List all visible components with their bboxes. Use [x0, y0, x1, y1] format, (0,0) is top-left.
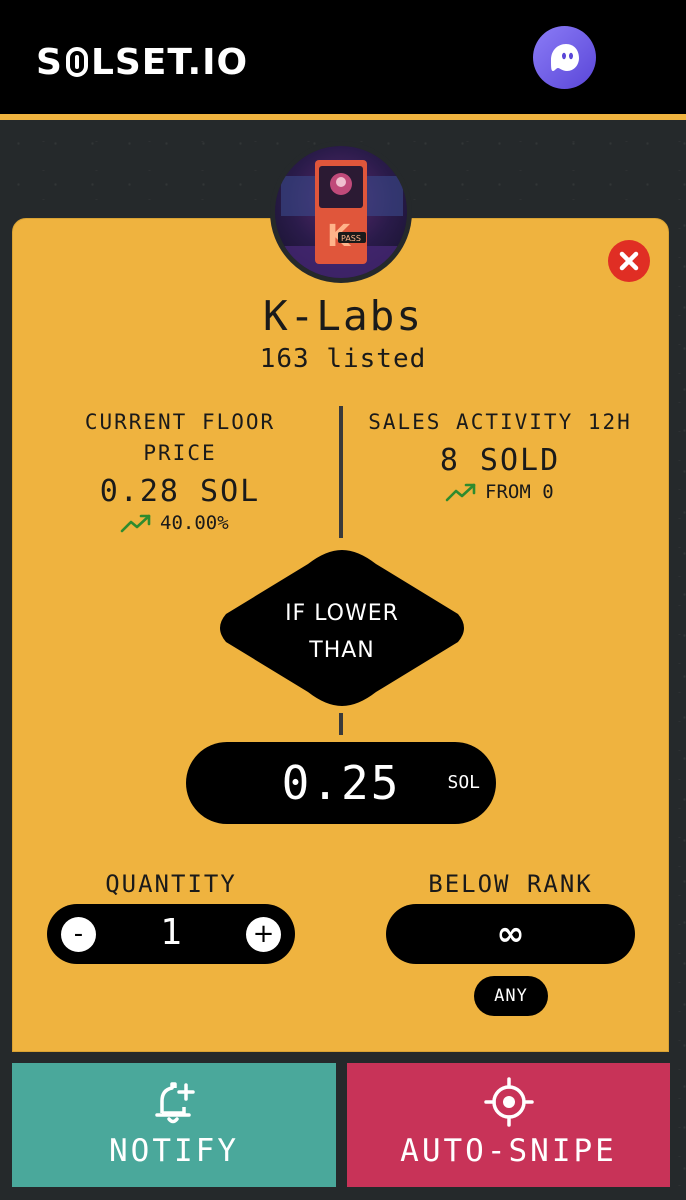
floor-price-value: 0.28 SOL — [99, 474, 261, 509]
any-rank-button[interactable]: ANY — [474, 976, 548, 1016]
solset-logo[interactable]: S LSET.IO — [36, 38, 248, 86]
condition-connector — [339, 713, 343, 735]
collection-name: K-Labs — [262, 292, 424, 340]
sales-activity-change: FROM 0 — [445, 481, 554, 503]
stats-divider — [339, 406, 343, 538]
price-input[interactable]: 0.25 SOL — [186, 742, 496, 824]
trending-up-icon — [120, 514, 151, 533]
notify-button[interactable]: NOTIFY — [12, 1063, 336, 1187]
notify-label: NOTIFY — [109, 1133, 239, 1169]
sales-activity-label: SALES ACTIVITY 12H — [368, 410, 632, 434]
quantity-label: QUANTITY — [105, 870, 237, 898]
price-input-unit: SOL — [447, 772, 480, 793]
logo-text-end: LSET.IO — [90, 41, 249, 83]
sales-change-text: FROM 0 — [485, 481, 554, 503]
logo-o-mark — [65, 47, 88, 77]
rank-input[interactable]: ∞ — [386, 904, 635, 964]
quantity-stepper: - 1 + — [47, 904, 295, 964]
floor-price-label: CURRENT FLOOR PRICE — [62, 407, 298, 469]
close-button[interactable] — [608, 240, 650, 282]
condition-line1: IF LOWER — [285, 601, 399, 626]
floor-change-text: 40.00% — [160, 512, 229, 534]
listed-count: 163 listed — [259, 344, 427, 374]
trending-up-icon — [445, 483, 476, 502]
app-header: S LSET.IO — [0, 0, 686, 120]
condition-label: IF LOWER THAN — [212, 595, 472, 669]
below-rank-label: BELOW RANK — [428, 870, 593, 898]
quantity-value[interactable]: 1 — [127, 912, 215, 953]
avatar-badge-text: PASS — [341, 234, 361, 243]
bell-plus-icon — [155, 1082, 195, 1124]
collection-avatar: K PASS — [270, 141, 412, 283]
condition-line2: THAN — [309, 638, 375, 663]
crosshair-icon — [483, 1077, 534, 1127]
floor-label-line1: CURRENT FLOOR — [84, 410, 276, 434]
quantity-decrement-button[interactable]: - — [61, 917, 96, 952]
sales-activity-value: 8 SOLD — [439, 443, 561, 478]
logo-text-start: S — [36, 41, 63, 83]
close-icon — [619, 251, 639, 271]
floor-label-line2: PRICE — [143, 441, 217, 465]
floor-price-change: 40.00% — [120, 512, 229, 534]
auto-snipe-button[interactable]: AUTO-SNIPE — [347, 1063, 670, 1187]
auto-snipe-label: AUTO-SNIPE — [400, 1133, 617, 1169]
quantity-increment-button[interactable]: + — [246, 917, 281, 952]
phantom-ghost-icon[interactable] — [533, 26, 596, 89]
